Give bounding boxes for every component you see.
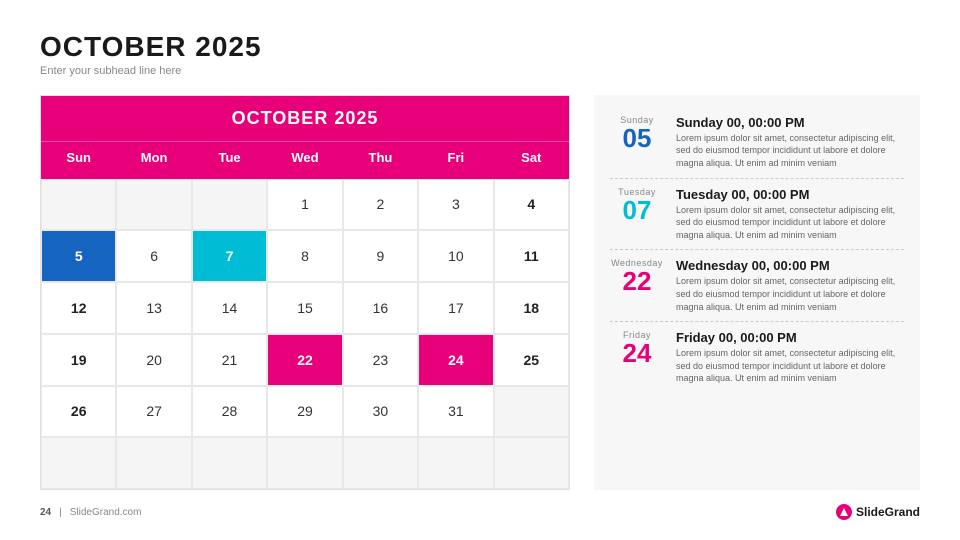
calendar-empty-cell <box>192 437 267 489</box>
calendar-day-cell[interactable]: 23 <box>343 334 418 386</box>
event-date-col: Tuesday 07 <box>610 187 664 223</box>
calendar-day-cell[interactable]: 8 <box>267 230 342 282</box>
page-wrapper: OCTOBER 2025 Enter your subhead line her… <box>0 0 960 540</box>
footer: 24 | SlideGrand.com SlideGrand <box>40 500 920 520</box>
brand-icon <box>836 504 852 520</box>
event-desc: Lorem ipsum dolor sit amet, consectetur … <box>676 347 904 385</box>
calendar-empty-cell <box>41 179 116 231</box>
calendar-empty-cell <box>41 437 116 489</box>
calendar-empty-cell <box>494 437 569 489</box>
calendar-day-cell[interactable]: 7 <box>192 230 267 282</box>
event-day-num: 05 <box>623 125 652 151</box>
events-panel: Sunday 05 Sunday 00, 00:00 PM Lorem ipsu… <box>594 95 920 490</box>
calendar-empty-cell <box>116 179 191 231</box>
calendar-day-cell[interactable]: 14 <box>192 282 267 334</box>
calendar-day-cell[interactable]: 10 <box>418 230 493 282</box>
event-day-num: 22 <box>623 268 652 294</box>
footer-left: 24 | SlideGrand.com <box>40 507 141 518</box>
calendar-day-cell[interactable]: 4 <box>494 179 569 231</box>
event-title: Sunday 00, 00:00 PM <box>676 115 904 130</box>
calendar-day-cell[interactable]: 15 <box>267 282 342 334</box>
calendar-day-cell[interactable]: 5 <box>41 230 116 282</box>
event-item: Friday 24 Friday 00, 00:00 PM Lorem ipsu… <box>610 322 904 393</box>
calendar-day-header: Fri <box>418 141 493 179</box>
calendar-day-cell[interactable]: 18 <box>494 282 569 334</box>
calendar-day-cell[interactable]: 17 <box>418 282 493 334</box>
calendar-day-cell[interactable]: 30 <box>343 386 418 438</box>
event-title: Wednesday 00, 00:00 PM <box>676 258 904 273</box>
calendar: OCTOBER 2025 SunMonTueWedThuFriSat123456… <box>40 95 570 490</box>
calendar-day-cell[interactable]: 9 <box>343 230 418 282</box>
event-date-col: Wednesday 22 <box>610 258 664 294</box>
calendar-day-cell[interactable]: 11 <box>494 230 569 282</box>
calendar-day-cell[interactable]: 16 <box>343 282 418 334</box>
event-info: Sunday 00, 00:00 PM Lorem ipsum dolor si… <box>676 115 904 170</box>
calendar-empty-cell <box>494 386 569 438</box>
calendar-day-cell[interactable]: 26 <box>41 386 116 438</box>
calendar-day-header: Sat <box>494 141 569 179</box>
event-info: Friday 00, 00:00 PM Lorem ipsum dolor si… <box>676 330 904 385</box>
calendar-day-cell[interactable]: 24 <box>418 334 493 386</box>
calendar-day-header: Sun <box>41 141 116 179</box>
calendar-day-cell[interactable]: 19 <box>41 334 116 386</box>
event-item: Tuesday 07 Tuesday 00, 00:00 PM Lorem ip… <box>610 179 904 251</box>
footer-site: SlideGrand.com <box>70 507 142 518</box>
event-day-num: 07 <box>623 197 652 223</box>
calendar-day-cell[interactable]: 13 <box>116 282 191 334</box>
footer-divider: | <box>59 507 62 518</box>
event-item: Sunday 05 Sunday 00, 00:00 PM Lorem ipsu… <box>610 107 904 179</box>
brand-name: SlideGrand <box>856 505 920 519</box>
event-info: Wednesday 00, 00:00 PM Lorem ipsum dolor… <box>676 258 904 313</box>
event-item: Wednesday 22 Wednesday 00, 00:00 PM Lore… <box>610 250 904 322</box>
calendar-day-header: Thu <box>343 141 418 179</box>
page-number: 24 <box>40 507 51 518</box>
calendar-day-cell[interactable]: 21 <box>192 334 267 386</box>
event-title: Friday 00, 00:00 PM <box>676 330 904 345</box>
calendar-day-cell[interactable]: 27 <box>116 386 191 438</box>
calendar-day-cell[interactable]: 25 <box>494 334 569 386</box>
event-date-col: Sunday 05 <box>610 115 664 151</box>
calendar-day-cell[interactable]: 2 <box>343 179 418 231</box>
calendar-title: OCTOBER 2025 <box>41 96 569 141</box>
event-date-col: Friday 24 <box>610 330 664 366</box>
footer-brand: SlideGrand <box>836 504 920 520</box>
calendar-day-cell[interactable]: 1 <box>267 179 342 231</box>
calendar-empty-cell <box>192 179 267 231</box>
calendar-empty-cell <box>116 437 191 489</box>
calendar-day-cell[interactable]: 6 <box>116 230 191 282</box>
page-subtitle: Enter your subhead line here <box>40 65 920 77</box>
calendar-day-header: Tue <box>192 141 267 179</box>
page-title: OCTOBER 2025 <box>40 32 920 63</box>
calendar-empty-cell <box>267 437 342 489</box>
calendar-day-cell[interactable]: 28 <box>192 386 267 438</box>
event-info: Tuesday 00, 00:00 PM Lorem ipsum dolor s… <box>676 187 904 242</box>
calendar-day-cell[interactable]: 31 <box>418 386 493 438</box>
calendar-empty-cell <box>418 437 493 489</box>
event-desc: Lorem ipsum dolor sit amet, consectetur … <box>676 204 904 242</box>
event-day-num: 24 <box>623 340 652 366</box>
calendar-day-cell[interactable]: 22 <box>267 334 342 386</box>
event-desc: Lorem ipsum dolor sit amet, consectetur … <box>676 275 904 313</box>
content-area: OCTOBER 2025 SunMonTueWedThuFriSat123456… <box>40 95 920 490</box>
event-desc: Lorem ipsum dolor sit amet, consectetur … <box>676 132 904 170</box>
calendar-grid: SunMonTueWedThuFriSat1234567891011121314… <box>41 141 569 489</box>
calendar-day-cell[interactable]: 3 <box>418 179 493 231</box>
header: OCTOBER 2025 Enter your subhead line her… <box>40 32 920 77</box>
calendar-day-cell[interactable]: 29 <box>267 386 342 438</box>
calendar-day-cell[interactable]: 20 <box>116 334 191 386</box>
calendar-day-header: Mon <box>116 141 191 179</box>
event-title: Tuesday 00, 00:00 PM <box>676 187 904 202</box>
calendar-empty-cell <box>343 437 418 489</box>
calendar-day-header: Wed <box>267 141 342 179</box>
calendar-day-cell[interactable]: 12 <box>41 282 116 334</box>
